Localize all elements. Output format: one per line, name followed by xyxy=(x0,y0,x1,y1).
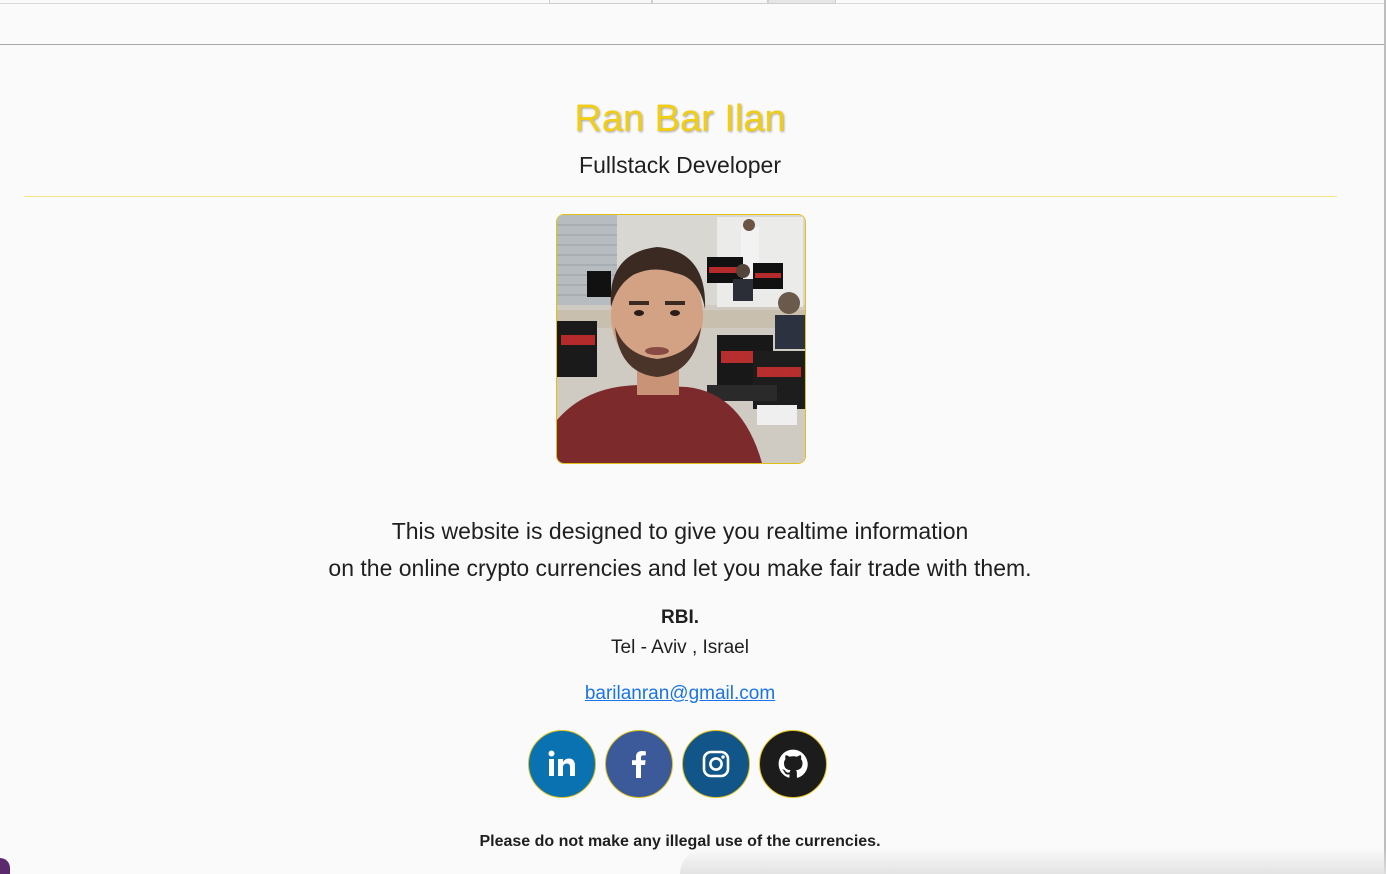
profile-photo-image xyxy=(557,215,805,463)
nav-tab-3-active[interactable] xyxy=(768,0,836,4)
description-line-1: This website is designed to give you rea… xyxy=(391,518,969,544)
linkedin-icon xyxy=(548,750,575,776)
location-text: Tel - Aviv , Israel xyxy=(611,637,749,658)
linkedin-button[interactable] xyxy=(528,730,596,798)
bottom-shadow xyxy=(680,848,1386,874)
profile-photo xyxy=(556,214,806,464)
github-button[interactable] xyxy=(759,730,827,798)
github-icon xyxy=(778,749,808,778)
description-line-2: on the online crypto currencies and let … xyxy=(328,555,1032,581)
corner-accent xyxy=(0,858,10,874)
site-description: This website is designed to give you rea… xyxy=(0,513,1360,587)
page-subtitle: Fullstack Developer xyxy=(579,152,781,178)
facebook-button[interactable] xyxy=(605,730,673,798)
top-navbar xyxy=(0,0,1386,45)
nav-tabs xyxy=(549,0,836,4)
nav-tab-1[interactable] xyxy=(549,0,652,4)
instagram-button[interactable] xyxy=(682,730,750,798)
facebook-icon xyxy=(632,751,646,778)
page-title: Ran Bar Ilan xyxy=(574,98,786,140)
email-link[interactable]: barilanran@gmail.com xyxy=(585,683,775,704)
header-divider xyxy=(24,196,1337,197)
social-links xyxy=(528,730,827,798)
nav-tab-2[interactable] xyxy=(652,0,768,4)
about-page: Ran Bar Ilan Fullstack Developer This we… xyxy=(0,0,1386,874)
signature: RBI. xyxy=(661,607,699,628)
instagram-icon xyxy=(702,750,730,778)
email-wrapper: barilanran@gmail.com xyxy=(0,682,1360,706)
